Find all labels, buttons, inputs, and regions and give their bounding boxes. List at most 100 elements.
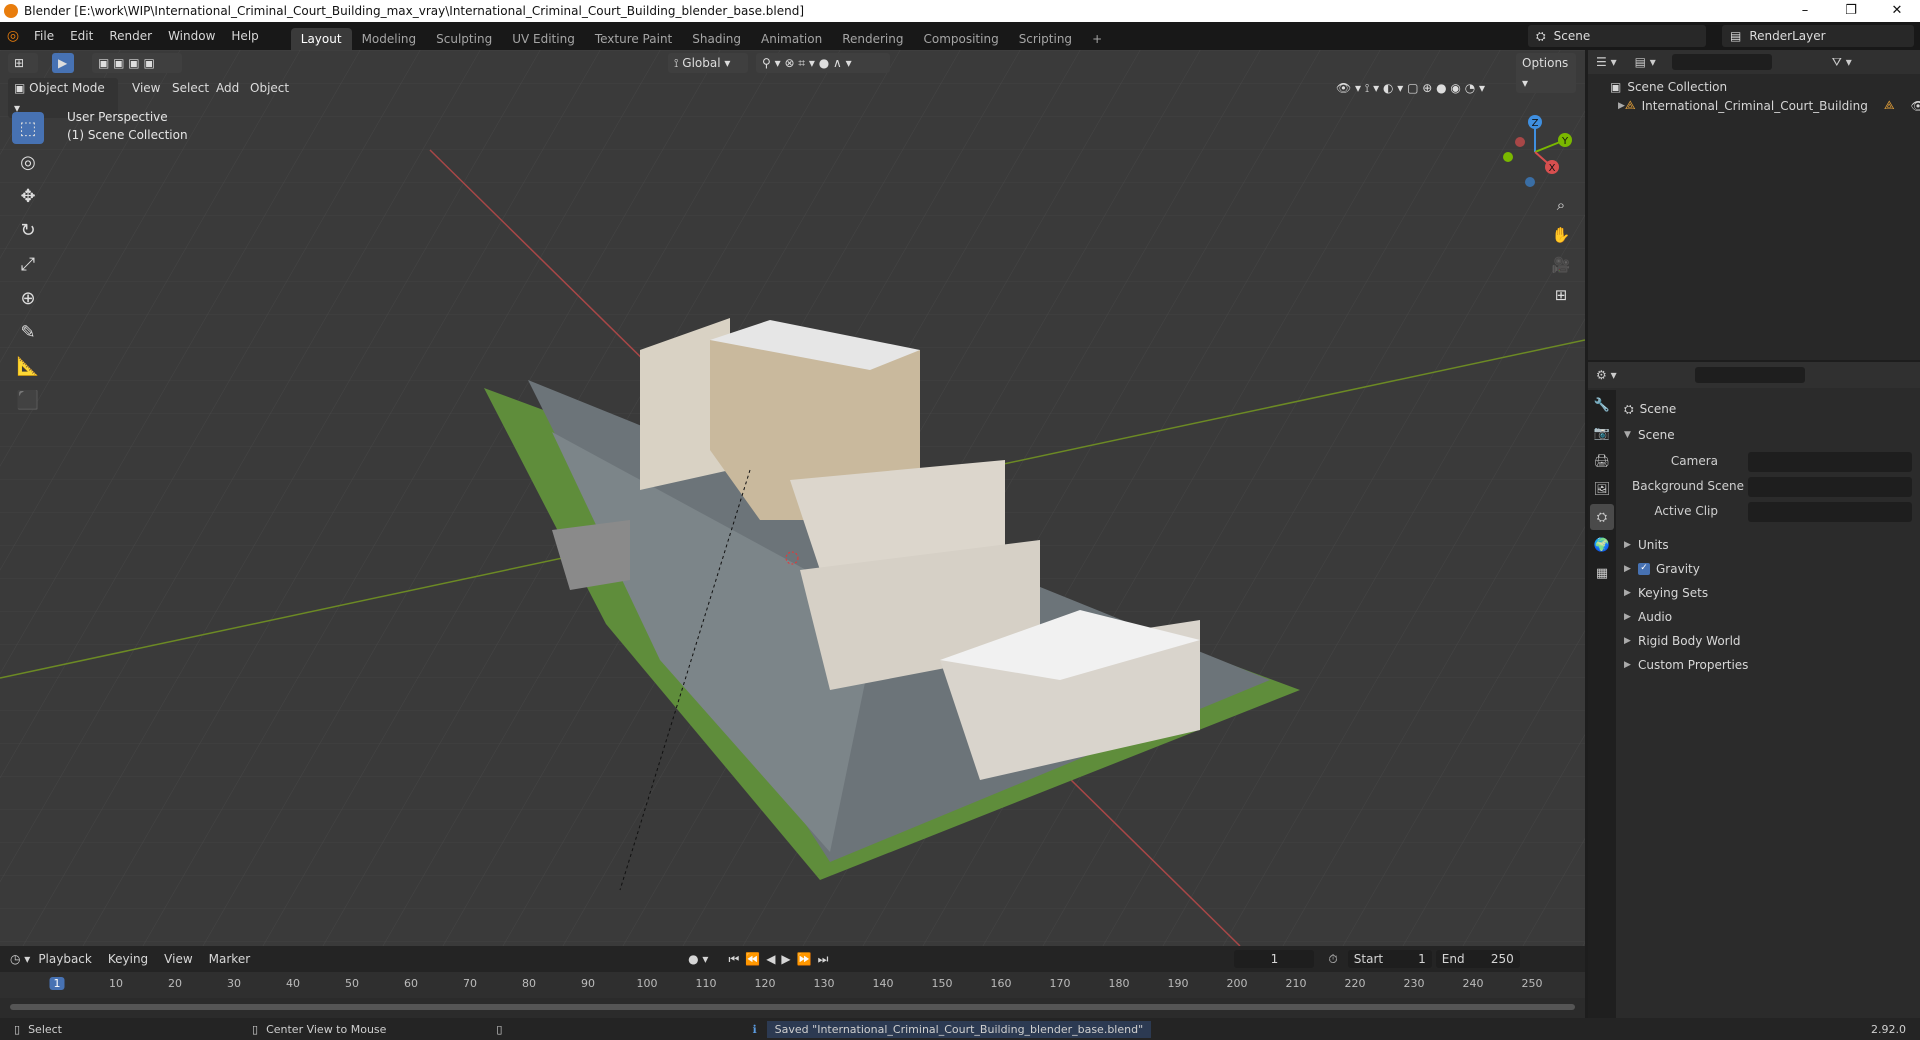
menu-add[interactable]: Add <box>210 78 245 98</box>
measure-tool-icon[interactable]: 📐 <box>12 350 44 382</box>
outliner-search-input[interactable] <box>1671 54 1772 70</box>
move-tool-icon[interactable]: ✥ <box>12 180 44 212</box>
stopwatch-icon[interactable]: ⏱ <box>1328 952 1337 967</box>
scene-selector[interactable]: ⛭ Scene <box>1528 25 1706 47</box>
3d-viewport[interactable]: ⊞ ▶ ▣ ▣ ▣ ▣ ⟟ Global ▾ ⚲ ▾ ⊗ ⌗ ▾ ● ∧ ▾ O… <box>0 50 1585 946</box>
visibility-eye-icon[interactable]: 👁 <box>1911 99 1920 113</box>
timeline-editor-icon[interactable]: ◷ ▾ <box>10 952 30 966</box>
active-clip-field[interactable] <box>1748 502 1912 522</box>
audio-panel[interactable]: ▶ Audio <box>1624 606 1914 628</box>
editor-type-icon[interactable]: ⊞ <box>8 53 38 73</box>
render-layer-selector[interactable]: ▤ RenderLayer <box>1722 25 1914 47</box>
menu-file[interactable]: File <box>26 22 62 50</box>
transform-tool-icon[interactable]: ⊕ <box>12 282 44 314</box>
camera-field[interactable] <box>1748 452 1912 472</box>
close-button[interactable]: ✕ <box>1874 0 1920 22</box>
outliner-item[interactable]: ▶ ⟁ International_Criminal_Court_Buildin… <box>1588 94 1920 113</box>
add-workspace-icon[interactable]: + <box>1082 28 1112 50</box>
annotate-tool-icon[interactable]: ✎ <box>12 316 44 348</box>
tab-texture-paint[interactable]: Texture Paint <box>585 28 682 50</box>
pan-hand-icon[interactable]: ✋ <box>1548 222 1574 248</box>
properties-editor-icon[interactable]: ⚙ ▾ <box>1596 368 1617 382</box>
shading-controls[interactable]: 👁 ▾ ⟟ ▾ ◐ ▾ ▢ ⊕ ● ◉ ◔ ▾ <box>1330 78 1580 98</box>
maximize-button[interactable]: ❐ <box>1828 0 1874 22</box>
minimize-button[interactable]: – <box>1782 0 1828 22</box>
start-frame-field[interactable]: Start 1 <box>1347 950 1432 968</box>
expand-icon: ▶ <box>1624 636 1631 646</box>
playback-controls[interactable]: ⏮⏪◀▶⏩⏭ <box>728 952 834 967</box>
select-box-tool-icon[interactable]: ⬚ <box>12 112 44 144</box>
zoom-icon[interactable]: ⌕ <box>1548 192 1574 218</box>
view-layer-tab-icon[interactable]: 🖼 <box>1590 476 1614 502</box>
ortho-grid-icon[interactable]: ⊞ <box>1548 282 1574 308</box>
cursor-tool-icon[interactable]: ◎ <box>12 146 44 178</box>
rigid-body-world-panel[interactable]: ▶ Rigid Body World <box>1624 630 1914 652</box>
selection-mode-buttons[interactable]: ▣ ▣ ▣ ▣ <box>92 53 182 73</box>
camera-view-icon[interactable]: 🎥 <box>1548 252 1574 278</box>
outliner-root[interactable]: ▣ Scene Collection <box>1588 74 1920 94</box>
window-title: Blender [E:\work\WIP\International_Crimi… <box>24 4 805 18</box>
tab-scripting[interactable]: Scripting <box>1009 28 1082 50</box>
render-tab-icon[interactable]: 📷 <box>1590 420 1614 446</box>
expand-icon: ▶ <box>1624 564 1631 574</box>
snapping-controls[interactable]: ⚲ ▾ ⊗ ⌗ ▾ ● ∧ ▾ <box>756 53 890 73</box>
info-icon: ℹ <box>752 1022 757 1036</box>
navigation-gizmo[interactable]: Z Y X <box>1490 112 1580 192</box>
menu-edit[interactable]: Edit <box>62 22 101 50</box>
menu-playback[interactable]: Playback <box>30 946 100 972</box>
timeline: ◷ ▾ Playback Keying View Marker ● ▾ ⏮⏪◀▶… <box>0 946 1585 1022</box>
properties-editor: ⚙ ▾ 🔧 📷 🖨 🖼 ⛭ 🌍 ▦ ⛭ Scene ▼ Scene Camera… <box>1588 362 1920 1018</box>
menu-window[interactable]: Window <box>160 22 223 50</box>
tab-modeling[interactable]: Modeling <box>352 28 427 50</box>
menu-object[interactable]: Object <box>244 78 295 98</box>
timeline-scrollbar[interactable] <box>10 1004 1575 1010</box>
units-panel[interactable]: ▶ Units <box>1624 534 1914 556</box>
properties-header: ⚙ ▾ <box>1588 362 1920 388</box>
gravity-panel[interactable]: ▶ ✓ Gravity <box>1624 558 1914 580</box>
menu-view[interactable]: View <box>126 78 166 98</box>
background-scene-field[interactable] <box>1748 477 1912 497</box>
add-cube-tool-icon[interactable]: ⬛ <box>12 384 44 416</box>
expand-icon[interactable]: ▶ <box>1618 101 1625 111</box>
tab-sculpting[interactable]: Sculpting <box>426 28 502 50</box>
tab-compositing[interactable]: Compositing <box>913 28 1008 50</box>
properties-search-input[interactable] <box>1694 367 1805 383</box>
display-mode-icon[interactable]: ▤ ▾ <box>1635 55 1656 69</box>
end-frame-field[interactable]: End 250 <box>1435 950 1520 968</box>
record-icon[interactable]: ● ▾ <box>688 952 708 966</box>
blender-menu-icon[interactable]: ◎ <box>0 28 26 44</box>
world-tab-icon[interactable]: 🌍 <box>1590 532 1614 558</box>
tab-layout[interactable]: Layout <box>290 28 352 50</box>
blender-logo-icon <box>4 4 18 18</box>
texture-tab-icon[interactable]: ▦ <box>1590 560 1614 586</box>
tab-shading[interactable]: Shading <box>682 28 751 50</box>
tool-tab-icon[interactable]: 🔧 <box>1590 392 1614 418</box>
tab-uv-editing[interactable]: UV Editing <box>502 28 585 50</box>
outliner-editor-icon[interactable]: ☰ ▾ <box>1596 55 1617 69</box>
scale-tool-icon[interactable]: ⤢ <box>12 248 44 280</box>
keying-sets-panel[interactable]: ▶ Keying Sets <box>1624 582 1914 604</box>
custom-properties-panel[interactable]: ▶ Custom Properties <box>1624 654 1914 676</box>
scene-tab-icon[interactable]: ⛭ <box>1590 504 1614 530</box>
menu-render[interactable]: Render <box>101 22 160 50</box>
scene-panel-header[interactable]: ▼ Scene <box>1624 424 1914 446</box>
frame-ruler[interactable]: 1 10 20 30 40 50 60 70 80 90 100 110 120 130 140 150 160… <box>0 972 1585 998</box>
title-bar: Blender [E:\work\WIP\International_Crimi… <box>0 0 1920 22</box>
frame-tick: 70 <box>463 977 477 990</box>
gravity-checkbox[interactable]: ✓ <box>1638 563 1650 575</box>
select-mode-icon[interactable]: ▶ <box>52 53 74 73</box>
output-tab-icon[interactable]: 🖨 <box>1590 448 1614 474</box>
transform-orientation[interactable]: ⟟ Global ▾ <box>668 53 748 73</box>
tab-rendering[interactable]: Rendering <box>832 28 913 50</box>
custom-properties-label: Custom Properties <box>1638 658 1749 672</box>
filter-icon[interactable]: ⛛ ▾ <box>1832 55 1852 70</box>
menu-select[interactable]: Select <box>166 78 215 98</box>
menu-view-timeline[interactable]: View <box>156 946 200 972</box>
menu-keying[interactable]: Keying <box>100 946 156 972</box>
current-frame-field[interactable]: 1 <box>1234 950 1315 968</box>
menu-help[interactable]: Help <box>223 22 266 50</box>
tab-animation[interactable]: Animation <box>751 28 832 50</box>
rotate-tool-icon[interactable]: ↻ <box>12 214 44 246</box>
frame-tick: 20 <box>168 977 182 990</box>
menu-marker[interactable]: Marker <box>201 946 258 972</box>
